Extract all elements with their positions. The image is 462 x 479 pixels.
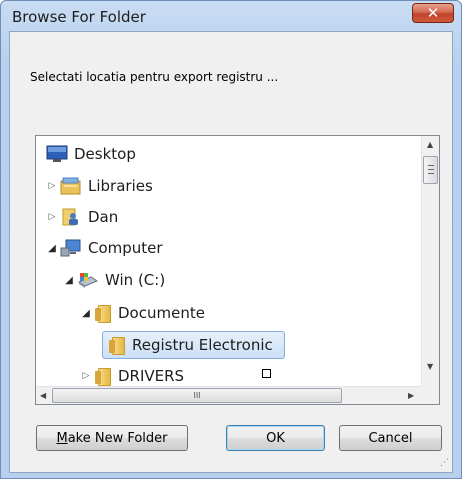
button-label: Cancel [368,430,413,446]
expand-arrow-icon[interactable]: ▷ [46,181,58,191]
drive-icon [77,271,99,289]
tree-item-label: Win (C:) [105,271,166,289]
grip-line [428,173,434,174]
collapse-arrow-icon[interactable]: ◢ [46,243,58,254]
tree-item-dan[interactable]: ▷ Dan [46,203,119,231]
collapse-arrow-icon[interactable]: ◢ [63,275,75,286]
libraries-icon [60,177,82,195]
tree-item-desktop[interactable]: Desktop [46,140,136,168]
close-button[interactable]: ✕ [412,3,454,23]
collapse-arrow-icon[interactable]: ◢ [80,308,92,319]
desktop-icon [46,145,68,163]
button-label: ake New Folder [67,430,168,446]
instruction-text: Selectati locatia pentru export registru… [30,70,279,84]
tree-item-documente[interactable]: ◢ Documente [80,299,205,327]
make-new-folder-button[interactable]: Make New Folder [36,425,188,451]
tree-item-label: Desktop [74,145,136,163]
folder-icon [94,305,112,323]
resize-grip-icon[interactable]: ⋰ [440,458,450,468]
tree-item-win-c[interactable]: ◢ Win (C:) [63,266,165,294]
expand-arrow-icon[interactable]: ▷ [80,371,92,381]
mnemonic-letter: M [56,430,68,446]
vertical-scroll-thumb[interactable] [423,156,438,184]
cursor-marker [262,369,271,378]
scroll-left-icon[interactable]: ◀ [40,391,46,400]
folder-icon [94,368,112,386]
vertical-scrollbar[interactable]: ▲ ▼ [421,136,439,386]
close-icon: ✕ [426,4,440,22]
tree-item-label: Computer [88,239,163,257]
grip-line [428,169,434,170]
ok-button[interactable]: OK [226,425,325,451]
tree-item-label: Libraries [88,177,153,195]
scroll-right-icon[interactable]: ▶ [408,391,414,400]
user-folder-icon [60,208,82,226]
grip-line [428,165,434,166]
tree-item-libraries[interactable]: ▷ Libraries [46,172,153,200]
title-bar[interactable]: Browse For Folder ✕ [1,1,461,31]
button-label: OK [266,430,285,446]
tree-item-label: Dan [88,208,119,226]
folder-icon [108,337,126,355]
folder-tree[interactable]: Desktop ▷ Libraries ▷ Dan ◢ Computer ◢ W… [35,135,440,405]
tree-item-computer[interactable]: ◢ Computer [46,234,163,262]
scroll-down-icon[interactable]: ▼ [427,362,433,371]
cancel-button[interactable]: Cancel [339,425,442,451]
tree-item-label: DRIVERS [118,367,185,385]
tree-item-label: Documente [118,304,205,322]
window-title: Browse For Folder [12,8,146,26]
tree-item-label: Registru Electronic [132,336,273,354]
horizontal-scroll-thumb[interactable]: III [52,388,342,403]
scrollbar-corner [421,386,439,404]
expand-arrow-icon[interactable]: ▷ [46,212,58,222]
horizontal-scrollbar[interactable]: ◀ III ▶ [36,386,421,404]
computer-icon [60,239,82,257]
scroll-up-icon[interactable]: ▲ [427,140,433,149]
tree-item-registru-electronic[interactable]: Registru Electronic [108,331,273,359]
